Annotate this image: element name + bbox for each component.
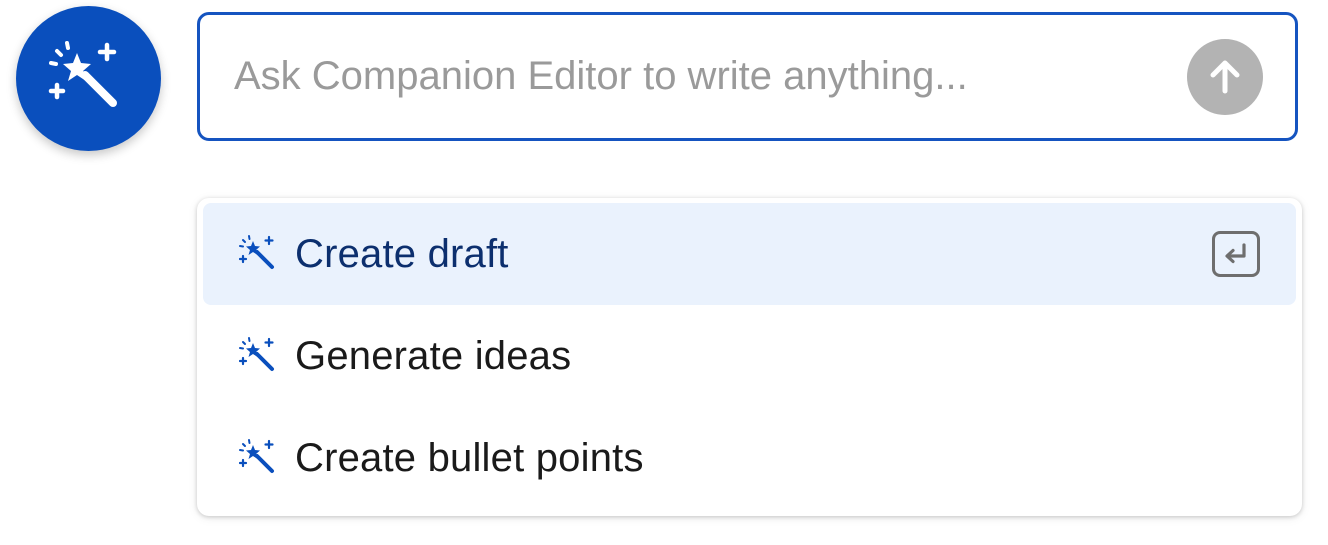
enter-key-icon [1212, 231, 1260, 277]
assistant-avatar-button[interactable] [16, 6, 161, 151]
magic-wand-icon [239, 234, 279, 274]
suggestion-create-draft[interactable]: Create draft [203, 203, 1296, 305]
companion-editor-panel: Create draft [0, 0, 1328, 545]
suggestion-create-bullet-points[interactable]: Create bullet points [203, 407, 1296, 509]
suggestions-dropdown: Create draft Generate ideas Create bulle… [197, 198, 1302, 516]
suggestion-label: Generate ideas [295, 333, 572, 378]
magic-wand-icon [48, 40, 117, 107]
prompt-input[interactable] [200, 15, 1187, 138]
suggestion-label: Create draft [295, 231, 509, 276]
suggestion-label: Create bullet points [295, 435, 644, 480]
send-button[interactable] [1187, 38, 1263, 115]
magic-wand-icon [239, 438, 279, 478]
magic-wand-icon [239, 336, 279, 376]
prompt-input-container [197, 12, 1298, 141]
arrow-up-icon [1210, 60, 1240, 93]
suggestion-generate-ideas[interactable]: Generate ideas [203, 305, 1296, 407]
